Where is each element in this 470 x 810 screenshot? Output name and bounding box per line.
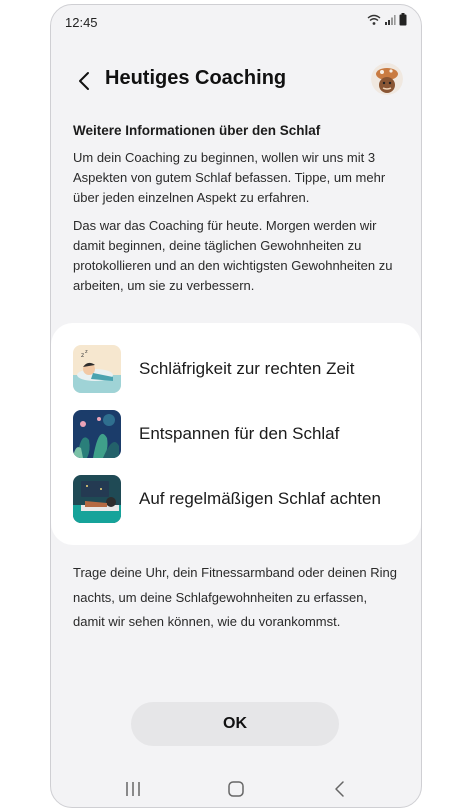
aspect-item-sleepiness[interactable]: z z Schläfrigkeit zur rechten Zeit bbox=[73, 345, 411, 393]
avatar[interactable] bbox=[371, 63, 403, 95]
page-title: Heutiges Coaching bbox=[105, 67, 287, 89]
regular-sleep-icon bbox=[73, 475, 121, 523]
svg-text:z: z bbox=[81, 352, 84, 359]
battery-icon bbox=[399, 13, 407, 26]
section-heading: Weitere Informationen über den Schlaf bbox=[73, 123, 321, 138]
aspect-label: Entspannen für den Schlaf bbox=[139, 424, 340, 443]
aspect-item-regular-sleep[interactable]: Auf regelmäßigen Schlaf achten bbox=[73, 475, 411, 523]
intro-paragraph-1: Um dein Coaching zu beginnen, wollen wir… bbox=[73, 150, 386, 205]
app-header: Heutiges Coaching bbox=[51, 61, 421, 105]
recent-apps-icon[interactable] bbox=[121, 777, 145, 801]
ok-button[interactable]: OK bbox=[131, 702, 339, 746]
wifi-icon bbox=[367, 14, 381, 25]
status-icons bbox=[367, 13, 407, 26]
signal-icon bbox=[385, 14, 396, 25]
home-icon[interactable] bbox=[224, 777, 248, 801]
intro-paragraph-2: Das war das Coaching für heute. Morgen w… bbox=[73, 218, 393, 293]
intro-section: Weitere Informationen über den Schlaf Um… bbox=[73, 123, 399, 304]
back-nav-icon[interactable] bbox=[328, 777, 352, 801]
sleepy-person-icon: z z bbox=[73, 345, 121, 393]
relaxing-plants-icon bbox=[73, 410, 121, 458]
aspect-label: Auf regelmäßigen Schlaf achten bbox=[139, 489, 381, 508]
back-arrow-icon[interactable] bbox=[73, 69, 97, 93]
status-bar: 12:45 bbox=[65, 13, 407, 33]
phone-screen: 12:45 Heutiges Coaching Weitere Informat… bbox=[50, 4, 422, 808]
svg-text:z: z bbox=[85, 349, 88, 355]
profile-avatar-icon bbox=[371, 63, 403, 95]
aspect-label: Schläfrigkeit zur rechten Zeit bbox=[139, 359, 355, 378]
status-time: 12:45 bbox=[65, 15, 98, 30]
navigation-bar bbox=[51, 773, 421, 803]
aspects-card: z z Schläfrigkeit zur rechten Zeit Entsp… bbox=[51, 323, 421, 545]
aspect-item-relaxing[interactable]: Entspannen für den Schlaf bbox=[73, 410, 411, 458]
footer-text: Trage deine Uhr, dein Fitnessarmband ode… bbox=[73, 565, 397, 629]
